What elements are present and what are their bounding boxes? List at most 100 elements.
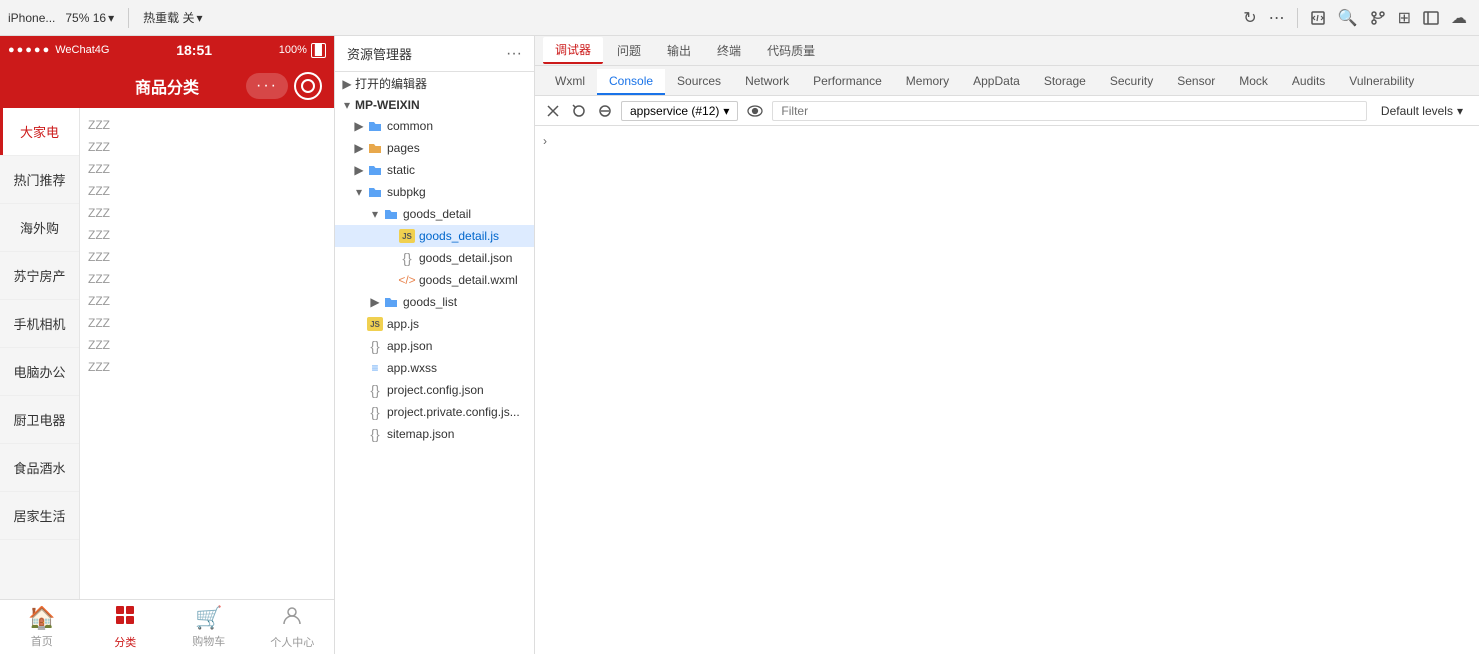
tab-output[interactable]: 输出 bbox=[655, 38, 703, 63]
sidebar-item-home[interactable]: 居家生活 bbox=[0, 492, 79, 540]
tab-problems[interactable]: 问题 bbox=[605, 38, 653, 63]
sidebar-item-appliances[interactable]: 大家电 bbox=[0, 108, 79, 156]
context-selector[interactable]: appservice (#12) ▾ bbox=[621, 101, 738, 121]
js-file-icon: JS bbox=[399, 228, 415, 244]
file-goods-detail-js[interactable]: ▶ JS goods_detail.js bbox=[335, 225, 534, 247]
tab-terminal[interactable]: 终端 bbox=[705, 38, 753, 63]
nav-circle-button[interactable] bbox=[294, 72, 322, 100]
common-label: common bbox=[387, 119, 433, 133]
file-app-json[interactable]: ▶ {} app.json bbox=[335, 335, 534, 357]
chrome-tab-network[interactable]: Network bbox=[733, 69, 801, 95]
file-panel-more-icon[interactable]: ··· bbox=[506, 45, 522, 63]
tab-debugger[interactable]: 调试器 bbox=[543, 37, 603, 64]
sidebar-item-overseas[interactable]: 海外购 bbox=[0, 204, 79, 252]
goods-detail-json-label: goods_detail.json bbox=[419, 251, 512, 265]
file-sitemap[interactable]: ▶ {} sitemap.json bbox=[335, 423, 534, 445]
project-private-label: project.private.config.js... bbox=[387, 405, 520, 419]
filter-button[interactable] bbox=[569, 101, 589, 121]
chrome-tab-appdata[interactable]: AppData bbox=[961, 69, 1032, 95]
file-goods-detail-json[interactable]: ▶ {} goods_detail.json bbox=[335, 247, 534, 269]
console-input[interactable] bbox=[555, 134, 1471, 148]
sidebar-item-suning[interactable]: 苏宁房产 bbox=[0, 252, 79, 300]
chrome-tab-security[interactable]: Security bbox=[1098, 69, 1165, 95]
pages-arrow: ▶ bbox=[351, 141, 367, 155]
file-project-config[interactable]: ▶ {} project.config.json bbox=[335, 379, 534, 401]
clear-console-button[interactable] bbox=[543, 101, 563, 121]
chrome-tab-sources[interactable]: Sources bbox=[665, 69, 733, 95]
project-label: MP-WEIXIN bbox=[355, 98, 420, 112]
folder-subpkg[interactable]: ▾ subpkg bbox=[335, 181, 534, 203]
app-json-label: app.json bbox=[387, 339, 432, 353]
project-root[interactable]: ▾ MP-WEIXIN bbox=[335, 95, 534, 115]
zzz-3: ZZZ bbox=[88, 162, 110, 176]
chrome-tab-vulnerability[interactable]: Vulnerability bbox=[1337, 69, 1426, 95]
open-editors-section[interactable]: ▶ 打开的编辑器 bbox=[335, 72, 534, 95]
category-sidebar: 大家电 热门推荐 海外购 苏宁房产 手机相机 电脑办公 厨卫电器 食品酒水 居家… bbox=[0, 108, 80, 599]
goods-list-folder-icon bbox=[383, 294, 399, 310]
more-button[interactable]: ⋯ bbox=[1265, 4, 1289, 32]
chrome-tab-sensor[interactable]: Sensor bbox=[1165, 69, 1227, 95]
block-button[interactable] bbox=[595, 101, 615, 121]
file-panel-title: 资源管理器 bbox=[347, 44, 412, 63]
folder-common[interactable]: ▶ common bbox=[335, 115, 534, 137]
tab-cart[interactable]: 🛒 购物车 bbox=[167, 599, 251, 654]
time-label: 18:51 bbox=[176, 42, 212, 58]
goods-detail-wxml-label: goods_detail.wxml bbox=[419, 273, 518, 287]
sidebar-item-food[interactable]: 食品酒水 bbox=[0, 444, 79, 492]
sidebar-item-kitchen[interactable]: 厨卫电器 bbox=[0, 396, 79, 444]
file-app-wxss[interactable]: ▶ ≡ app.wxss bbox=[335, 357, 534, 379]
nav-dots-button[interactable]: ··· bbox=[246, 73, 288, 99]
search-button[interactable]: 🔍 bbox=[1334, 4, 1362, 32]
sidebar-item-camera[interactable]: 手机相机 bbox=[0, 300, 79, 348]
grid-button[interactable]: ⊞ bbox=[1394, 4, 1415, 32]
folder-static[interactable]: ▶ static bbox=[335, 159, 534, 181]
eye-button[interactable] bbox=[744, 101, 766, 121]
signal-dots: ●●●●● bbox=[8, 44, 51, 56]
chrome-tab-performance[interactable]: Performance bbox=[801, 69, 894, 95]
category-content: 大家电 热门推荐 海外购 苏宁房产 手机相机 电脑办公 厨卫电器 食品酒水 居家… bbox=[0, 108, 334, 599]
devtools-top-tabs: 调试器 问题 输出 终端 代码质量 bbox=[535, 36, 1479, 66]
category-row-9: ZZZ bbox=[88, 292, 326, 310]
folder-pages[interactable]: ▶ pages bbox=[335, 137, 534, 159]
common-folder-icon bbox=[367, 118, 383, 134]
file-goods-detail-wxml[interactable]: ▶ </> goods_detail.wxml bbox=[335, 269, 534, 291]
refresh-button[interactable]: ↻ bbox=[1239, 4, 1260, 32]
chrome-tab-console[interactable]: Console bbox=[597, 69, 665, 95]
chrome-tab-wxml[interactable]: Wxml bbox=[543, 69, 597, 95]
file-code-button[interactable] bbox=[1306, 6, 1330, 30]
folder-goods-list[interactable]: ▶ goods_list bbox=[335, 291, 534, 313]
tab-code-quality[interactable]: 代码质量 bbox=[755, 38, 827, 63]
branch-button[interactable] bbox=[1366, 6, 1390, 30]
file-project-private[interactable]: ▶ {} project.private.config.js... bbox=[335, 401, 534, 423]
tab-home[interactable]: 🏠 首页 bbox=[0, 599, 84, 654]
tab-cart-label: 购物车 bbox=[192, 633, 225, 649]
open-editors-arrow: ▶ bbox=[339, 77, 355, 91]
chrome-tab-memory[interactable]: Memory bbox=[894, 69, 961, 95]
nav-title: 商品分类 bbox=[135, 74, 199, 98]
tab-category[interactable]: 分类 bbox=[84, 598, 168, 654]
nav-circle-inner bbox=[301, 79, 315, 93]
file-panel-header: 资源管理器 ··· bbox=[335, 36, 534, 72]
tab-category-label: 分类 bbox=[114, 634, 136, 650]
tab-profile[interactable]: 个人中心 bbox=[251, 598, 335, 654]
chrome-tab-mock[interactable]: Mock bbox=[1227, 69, 1280, 95]
pages-folder-icon bbox=[367, 140, 383, 156]
zoom-button[interactable]: 75% 16 ▾ bbox=[59, 9, 120, 27]
tab-home-label: 首页 bbox=[31, 633, 53, 649]
sidebar-item-hot[interactable]: 热门推荐 bbox=[0, 156, 79, 204]
filter-input[interactable] bbox=[772, 101, 1367, 121]
levels-selector[interactable]: Default levels ▾ bbox=[1373, 102, 1471, 120]
chrome-tab-audits[interactable]: Audits bbox=[1280, 69, 1337, 95]
chrome-tab-storage[interactable]: Storage bbox=[1032, 69, 1098, 95]
phone-status-bar: ●●●●● WeChat4G 18:51 100% █ bbox=[0, 36, 334, 64]
cloud-button[interactable]: ☁ bbox=[1447, 4, 1471, 32]
file-app-js[interactable]: ▶ JS app.js bbox=[335, 313, 534, 335]
sitemap-label: sitemap.json bbox=[387, 427, 454, 441]
context-label: appservice (#12) bbox=[630, 104, 719, 118]
folder-goods-detail[interactable]: ▾ goods_detail bbox=[335, 203, 534, 225]
panel-button[interactable] bbox=[1419, 6, 1443, 30]
sitemap-icon: {} bbox=[367, 426, 383, 442]
sidebar-item-office[interactable]: 电脑办公 bbox=[0, 348, 79, 396]
hot-reload-button[interactable]: 热重载 关 ▾ bbox=[137, 7, 208, 28]
file-tree: ▶ 打开的编辑器 ▾ MP-WEIXIN ▶ common ▶ bbox=[335, 72, 534, 654]
